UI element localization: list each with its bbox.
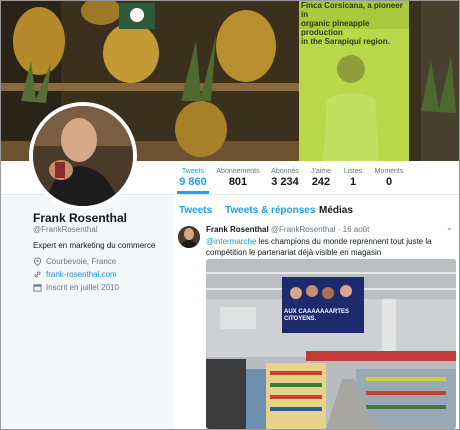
tab-tweets-replies[interactable]: Tweets & réponses bbox=[225, 205, 315, 216]
stat-value: 3 234 bbox=[271, 176, 299, 188]
tweet-author-name[interactable]: Frank Rosenthal bbox=[206, 225, 269, 234]
location-text: Courbevoie, France bbox=[46, 257, 117, 266]
tweet-text: @intermarche les champions du monde repr… bbox=[206, 236, 451, 258]
stat-value: 242 bbox=[311, 176, 331, 188]
tweet-header: Frank Rosenthal @FrankRosenthal · 16 aoû… bbox=[206, 225, 369, 234]
profile-name: Frank Rosenthal bbox=[33, 211, 128, 225]
tweet-media[interactable] bbox=[206, 259, 456, 429]
profile-page: Finca Corsicana, a pioneer in organic pi… bbox=[0, 0, 460, 430]
stat-moments[interactable]: Moments 0 bbox=[371, 167, 407, 189]
stat-label: Moments bbox=[374, 168, 404, 175]
media-banner-line: CITOYENS. bbox=[284, 316, 317, 322]
stat-value: 0 bbox=[385, 176, 393, 188]
stat-label: J'aime bbox=[310, 168, 331, 175]
media-banner-text: AUX CAAAAAAARTES CITOYENS. bbox=[284, 309, 349, 323]
tab-media[interactable]: Médias bbox=[319, 205, 353, 216]
calendar-icon bbox=[33, 284, 42, 292]
stat-likes[interactable]: J'aime 242 bbox=[307, 167, 335, 189]
link-icon bbox=[34, 271, 41, 278]
tweet-mention[interactable]: @intermarche bbox=[206, 237, 256, 246]
profile-website[interactable]: frank-rosenthal.com bbox=[33, 270, 117, 279]
avatar-image bbox=[33, 106, 133, 206]
banner-sign-text: Finca Corsicana, a pioneer in organic pi… bbox=[301, 1, 411, 46]
stat-label: Abonnements bbox=[216, 168, 260, 175]
media-banner-line: AUX CAAAAAAARTES bbox=[284, 309, 350, 315]
stat-label: Tweets bbox=[181, 168, 205, 175]
profile-location: Courbevoie, France bbox=[33, 257, 117, 267]
profile-bio: Expert en marketing du commerce bbox=[33, 241, 156, 250]
avatar[interactable] bbox=[29, 102, 137, 210]
profile-handle[interactable]: @FrankRosenthal bbox=[33, 225, 98, 234]
tweet-photo bbox=[206, 259, 456, 429]
stat-lists[interactable]: Listes 1 bbox=[339, 167, 367, 189]
stat-label: Listes bbox=[343, 168, 363, 175]
stat-value: 9 860 bbox=[179, 176, 207, 188]
timeline-tabs bbox=[173, 195, 459, 220]
stat-followers[interactable]: Abonnés 3 234 bbox=[267, 167, 303, 189]
chevron-down-icon[interactable]: ⌄ bbox=[446, 223, 453, 232]
stat-following[interactable]: Abonnements 801 bbox=[215, 167, 261, 189]
banner-sign-line: in the Sarapiquí region. bbox=[301, 37, 390, 46]
tweet-handle-time[interactable]: @FrankRosenthal · 16 août bbox=[271, 225, 369, 234]
profile-joined: Inscrit en juillet 2010 bbox=[33, 283, 119, 292]
stat-value: 1 bbox=[349, 176, 357, 188]
stat-tweets[interactable]: Tweets 9 860 bbox=[177, 167, 209, 189]
tweet-avatar-image bbox=[178, 226, 200, 248]
website-link[interactable]: frank-rosenthal.com bbox=[46, 270, 117, 279]
joined-text: Inscrit en juillet 2010 bbox=[46, 283, 119, 292]
banner-sign-line: organic pineapple production bbox=[301, 19, 370, 37]
tweet-avatar[interactable] bbox=[178, 226, 200, 248]
tab-tweets[interactable]: Tweets bbox=[179, 205, 212, 216]
stat-value: 801 bbox=[228, 176, 248, 188]
banner-sign-line: Finca Corsicana, a pioneer in bbox=[301, 1, 403, 19]
active-stat-underline bbox=[177, 191, 209, 194]
stat-label: Abonnés bbox=[271, 168, 299, 175]
location-pin-icon bbox=[33, 257, 42, 267]
